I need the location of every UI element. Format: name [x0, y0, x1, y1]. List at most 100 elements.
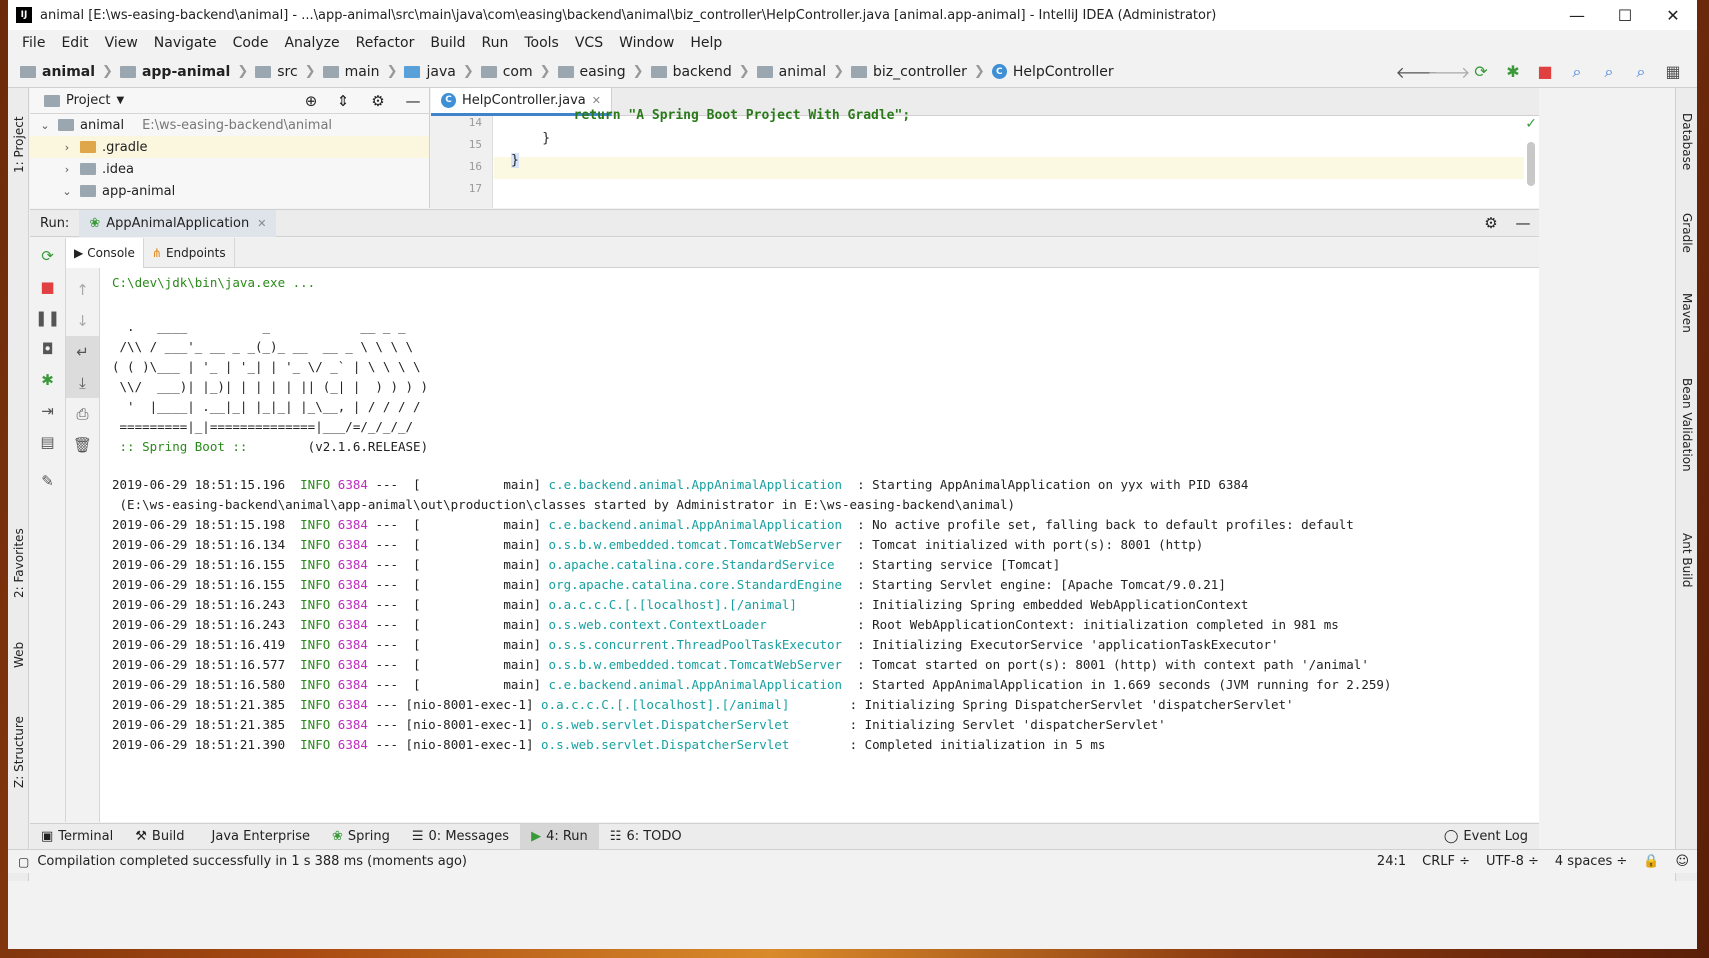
rerun-icon[interactable]: ⟳: [1465, 62, 1497, 81]
code-area[interactable]: 14 15 16 17 return "A Spring Boot Projec…: [431, 108, 1539, 208]
breadcrumb-biz-controller[interactable]: biz_controller: [851, 64, 967, 80]
breadcrumb-java[interactable]: java: [404, 64, 456, 80]
console-output[interactable]: C:\dev\jdk\bin\java.exe ... . ____ _ __ …: [100, 268, 1539, 822]
tool-tab-ant-build[interactable]: Ant Build: [1680, 533, 1694, 587]
pin-icon[interactable]: ✎: [30, 465, 65, 496]
line-separator[interactable]: CRLF ÷: [1414, 854, 1478, 869]
chevron-down-icon[interactable]: ⌄: [38, 119, 52, 132]
gear-icon[interactable]: ⚙: [1475, 214, 1507, 232]
breadcrumb-com[interactable]: com: [480, 64, 533, 80]
menu-edit[interactable]: Edit: [53, 35, 96, 51]
pause-icon[interactable]: ❚❚: [30, 302, 65, 333]
indent-setting[interactable]: 4 spaces ÷: [1547, 854, 1635, 869]
bottom-tab-build[interactable]: ⚒ Build: [124, 824, 195, 850]
tab-endpoints[interactable]: ⋔ Endpoints: [144, 237, 235, 268]
bottom-tab-event-log[interactable]: ◯ Event Log: [1433, 824, 1539, 850]
gear-icon[interactable]: ⚙: [359, 92, 397, 110]
soft-wrap-icon[interactable]: ↵: [66, 336, 99, 367]
tool-tab-database[interactable]: Database: [1680, 113, 1694, 170]
tool-tab-project[interactable]: 1: Project: [12, 116, 26, 173]
menu-file[interactable]: File: [14, 35, 53, 51]
tool-tab-web[interactable]: Web: [12, 642, 26, 668]
breadcrumb-main[interactable]: main: [322, 64, 380, 80]
bottom-tab-messages[interactable]: ☰ 0: Messages: [401, 824, 520, 850]
bottom-tab-run[interactable]: ▶ 4: Run: [520, 823, 599, 850]
layout-icon[interactable]: ▤: [30, 426, 65, 457]
collapse-all-icon[interactable]: ⇕: [327, 92, 359, 110]
inspector-icon[interactable]: ☺: [1667, 854, 1697, 869]
scroll-to-end-icon[interactable]: ⤓: [66, 367, 99, 398]
up-arrow-icon[interactable]: ↑: [66, 274, 99, 305]
breadcrumb-helpcontroller[interactable]: C HelpController: [991, 64, 1114, 80]
tool-tab-maven[interactable]: Maven: [1680, 293, 1694, 333]
menu-build[interactable]: Build: [422, 35, 473, 51]
tree-node-app-animal[interactable]: ⌄ app-animal: [30, 180, 429, 202]
menu-tools[interactable]: Tools: [516, 35, 567, 51]
editor-scrollbar[interactable]: [1527, 142, 1535, 186]
login-icon[interactable]: ⇥: [30, 395, 65, 426]
breadcrumb-backend[interactable]: backend: [650, 64, 732, 80]
rerun-icon[interactable]: ⟳: [30, 240, 65, 271]
tool-tab-bean-validation[interactable]: Bean Validation: [1680, 378, 1694, 472]
status-message[interactable]: Compilation completed successfully in 1 …: [37, 854, 467, 869]
menu-navigate[interactable]: Navigate: [146, 35, 225, 51]
bottom-tab-terminal[interactable]: ▣ Terminal: [30, 824, 124, 850]
stop-icon[interactable]: ■: [30, 271, 65, 302]
lock-icon[interactable]: 🔒: [1635, 854, 1667, 869]
locate-file-icon[interactable]: ⊕: [295, 92, 327, 110]
camera-icon[interactable]: ◘: [30, 333, 65, 364]
minimize-button[interactable]: —: [1553, 0, 1601, 30]
hide-panel-icon[interactable]: —: [1507, 214, 1539, 232]
bottom-tab-todo[interactable]: ☷ 6: TODO: [599, 824, 693, 850]
bottom-tab-java-enterprise[interactable]: Java Enterprise: [196, 824, 321, 850]
close-tab-icon[interactable]: ✕: [257, 217, 266, 230]
tab-console[interactable]: ▶ Console: [66, 237, 144, 268]
code-line-16: }: [511, 153, 519, 168]
debug-bug-icon[interactable]: ✱: [1497, 62, 1529, 81]
breadcrumb-animal-package[interactable]: animal: [756, 64, 826, 80]
breadcrumb-app-animal[interactable]: app-animal: [119, 64, 230, 80]
chevron-down-icon[interactable]: ⌄: [60, 185, 74, 198]
maximize-button[interactable]: ☐: [1601, 0, 1649, 30]
tool-tab-gradle[interactable]: Gradle: [1680, 213, 1694, 253]
stop-icon[interactable]: ■: [1529, 62, 1561, 81]
forward-arrow-icon[interactable]: 🡒: [1428, 62, 1471, 82]
menu-view[interactable]: View: [97, 35, 146, 51]
find-usages-icon[interactable]: ⌕: [1593, 62, 1625, 82]
tool-tab-favorites[interactable]: 2: Favorites: [12, 528, 26, 598]
print-icon[interactable]: ⎙: [66, 398, 99, 429]
menu-analyze[interactable]: Analyze: [276, 35, 347, 51]
project-panel-title[interactable]: Project: [66, 93, 110, 108]
tool-tab-structure[interactable]: Z: Structure: [12, 716, 26, 788]
breadcrumb-easing[interactable]: easing: [557, 64, 626, 80]
breadcrumb-animal[interactable]: animal: [20, 64, 95, 80]
tree-node-gradle[interactable]: › .gradle: [30, 136, 429, 158]
search-icon[interactable]: ⌕: [1561, 62, 1593, 82]
hide-panel-icon[interactable]: —: [397, 92, 429, 110]
breadcrumb-src[interactable]: src: [255, 64, 298, 80]
chevron-right-icon[interactable]: ›: [60, 141, 74, 154]
tree-node-idea[interactable]: › .idea: [30, 158, 429, 180]
chevron-down-icon[interactable]: ▼: [116, 95, 124, 106]
close-tab-icon[interactable]: ✕: [592, 94, 601, 107]
trash-icon[interactable]: 🗑: [66, 429, 99, 460]
tree-node-animal[interactable]: ⌄ animal E:\ws-easing-backend\animal: [30, 114, 429, 136]
chevron-right-icon[interactable]: ›: [60, 163, 74, 176]
file-encoding[interactable]: UTF-8 ÷: [1478, 854, 1547, 869]
menu-help[interactable]: Help: [682, 35, 730, 51]
down-arrow-icon[interactable]: ↓: [66, 305, 99, 336]
close-window-button[interactable]: ✕: [1649, 0, 1697, 30]
caret-position[interactable]: 24:1: [1369, 854, 1414, 869]
menu-vcs[interactable]: VCS: [567, 35, 611, 51]
bottom-tab-spring[interactable]: ❀ Spring: [321, 824, 401, 850]
debug-bug-icon[interactable]: ✱: [30, 364, 65, 395]
toggle-tool-windows-icon[interactable]: ▢: [18, 855, 29, 869]
console-tab-strip: ▶ Console ⋔ Endpoints: [66, 237, 1539, 268]
search-everywhere-icon[interactable]: ⌕: [1625, 62, 1657, 82]
menu-code[interactable]: Code: [225, 35, 277, 51]
project-structure-icon[interactable]: ▦: [1657, 62, 1689, 81]
menu-run[interactable]: Run: [474, 35, 517, 51]
menu-window[interactable]: Window: [611, 35, 682, 51]
menu-refactor[interactable]: Refactor: [348, 35, 423, 51]
run-config-tab[interactable]: ❀ AppAnimalApplication ✕: [79, 209, 277, 237]
